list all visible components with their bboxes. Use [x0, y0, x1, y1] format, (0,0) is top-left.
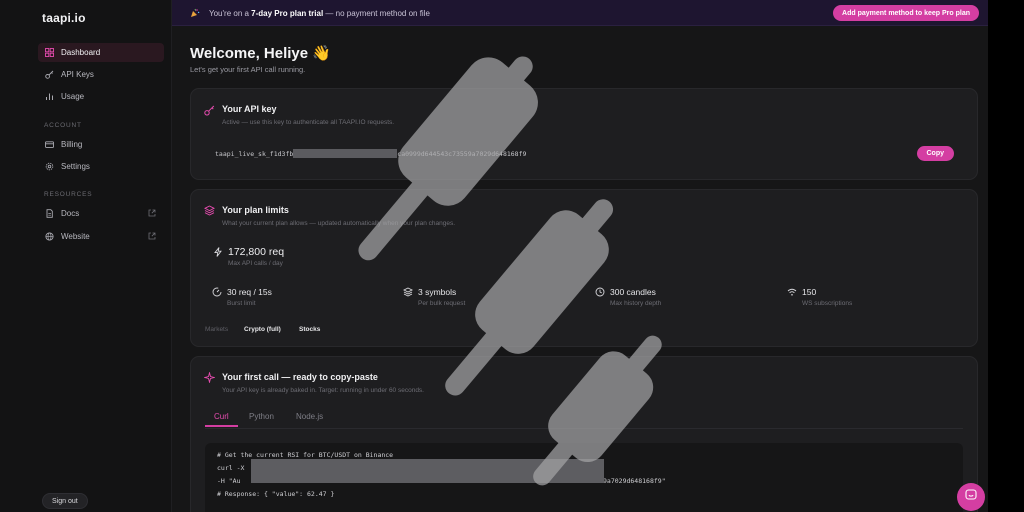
sidebar-item-label: Billing — [61, 140, 83, 149]
stat-ws-subscriptions: 150 — [787, 287, 816, 297]
market-pill-stocks: Stocks — [299, 325, 321, 333]
daily-calls-metric: 172,800 req — [213, 246, 284, 258]
code-line: # Response: { "value": 62.47 } — [217, 490, 335, 498]
key-icon — [204, 103, 215, 116]
first-call-card: Your first call — ready to copy-paste Yo… — [190, 356, 978, 512]
daily-calls-value: 172,800 req — [228, 246, 285, 258]
banner-text: You're on a 7-day Pro plan trial — no pa… — [209, 9, 430, 18]
tab-curl[interactable]: Curl — [205, 408, 238, 427]
redacted-block — [251, 459, 604, 483]
tabs-divider — [205, 428, 963, 429]
plan-limits-subtitle: What your current plan allows — updated … — [222, 220, 456, 227]
first-call-title: Your first call — ready to copy-paste — [222, 372, 378, 382]
key-icon — [45, 70, 54, 79]
banner-highlight: 7-day Pro plan trial — [251, 9, 324, 18]
sidebar-item-api-keys[interactable]: API Keys — [38, 65, 164, 84]
app-window: taapi.io Dashboard API Keys Usage ACCOUN… — [0, 0, 988, 512]
tab-nodejs[interactable]: Node.js — [287, 408, 332, 425]
layers-icon — [204, 203, 215, 216]
brand-logo[interactable]: taapi.io — [42, 11, 86, 25]
code-block[interactable]: # Get the current RSI for BTC/USDT on Bi… — [205, 443, 963, 512]
market-pill-crypto: Crypto (full) — [244, 325, 281, 333]
first-call-subtitle: Your API key is already baked in. Target… — [222, 387, 424, 394]
sidebar-item-usage[interactable]: Usage — [38, 87, 164, 106]
sidebar-item-label: Usage — [61, 92, 85, 101]
api-key-card: Your API key Active — use this key to au… — [190, 88, 978, 180]
code-line: # Get the current RSI for BTC/USDT on Bi… — [217, 451, 394, 459]
code-line-tail: 9a7029d648168f9" — [603, 477, 666, 485]
chat-icon — [965, 488, 977, 506]
section-label-resources: RESOURCES — [44, 191, 93, 198]
tab-python[interactable]: Python — [240, 408, 283, 425]
api-key-value[interactable]: taapi_live_sk_f1d3fb ca0999d644543c73559a… — [215, 149, 526, 158]
sidebar-item-label: Dashboard — [61, 48, 101, 57]
api-key-subtitle: Active — use this key to authenticate al… — [222, 119, 395, 126]
stat-burst-limit: 30 req / 15s — [212, 287, 272, 297]
gear-icon — [45, 162, 54, 171]
bolt-icon — [213, 247, 223, 257]
chat-launcher-button[interactable] — [957, 483, 985, 511]
copy-button[interactable]: Copy — [916, 146, 954, 161]
sidebar-item-dashboard[interactable]: Dashboard — [38, 43, 164, 62]
layers-icon — [402, 287, 414, 297]
trial-banner: You're on a 7-day Pro plan trial — no pa… — [172, 0, 988, 26]
external-link-icon — [148, 209, 156, 217]
sidebar-item-settings[interactable]: Settings — [38, 157, 164, 176]
card-icon — [45, 140, 54, 149]
stat-label: Max history depth — [610, 300, 662, 307]
sidebar-item-label: API Keys — [61, 70, 94, 79]
sidebar-item-docs[interactable]: Docs — [38, 204, 164, 223]
code-line: -H "Au — [217, 477, 241, 485]
stat-label: Per bulk request — [418, 300, 466, 307]
sidebar-item-billing[interactable]: Billing — [38, 135, 164, 154]
plan-limits-title: Your plan limits — [222, 205, 289, 215]
wifi-icon — [787, 287, 797, 297]
bar-chart-icon — [45, 92, 54, 101]
stat-candles: 300 candles — [595, 287, 656, 297]
sidebar-item-label: Docs — [61, 209, 80, 218]
clock-icon — [595, 287, 605, 297]
page-subtitle: Let's get your first API call running. — [190, 65, 306, 74]
sparkle-icon — [203, 370, 216, 384]
grid-icon — [45, 48, 54, 57]
markets-label: Markets — [205, 326, 229, 333]
add-payment-method-button[interactable]: Add payment method to keep Pro plan — [833, 5, 979, 21]
code-line: curl -X — [217, 464, 245, 472]
plan-limits-card: Your plan limits What your current plan … — [190, 189, 978, 347]
page-title: Welcome, Heliye 👋 — [190, 45, 331, 62]
section-label-account: ACCOUNT — [44, 122, 82, 129]
redacted-block — [293, 149, 398, 158]
sidebar-item-website[interactable]: Website — [38, 227, 164, 246]
stat-label: Burst limit — [227, 300, 256, 307]
globe-icon — [45, 232, 54, 241]
daily-calls-label: Max API calls / day — [228, 260, 283, 267]
gauge-icon — [212, 287, 222, 297]
stat-symbols: 3 symbols — [402, 287, 456, 297]
sign-out-button[interactable]: Sign out — [42, 493, 88, 509]
doc-icon — [45, 209, 54, 218]
sidebar: taapi.io Dashboard API Keys Usage ACCOUN… — [0, 0, 172, 512]
sidebar-item-label: Website — [61, 232, 90, 241]
party-popper-icon — [190, 8, 200, 18]
sidebar-item-label: Settings — [61, 162, 90, 171]
api-key-title: Your API key — [222, 104, 277, 114]
stat-label: WS subscriptions — [802, 300, 853, 307]
external-link-icon — [148, 232, 156, 240]
